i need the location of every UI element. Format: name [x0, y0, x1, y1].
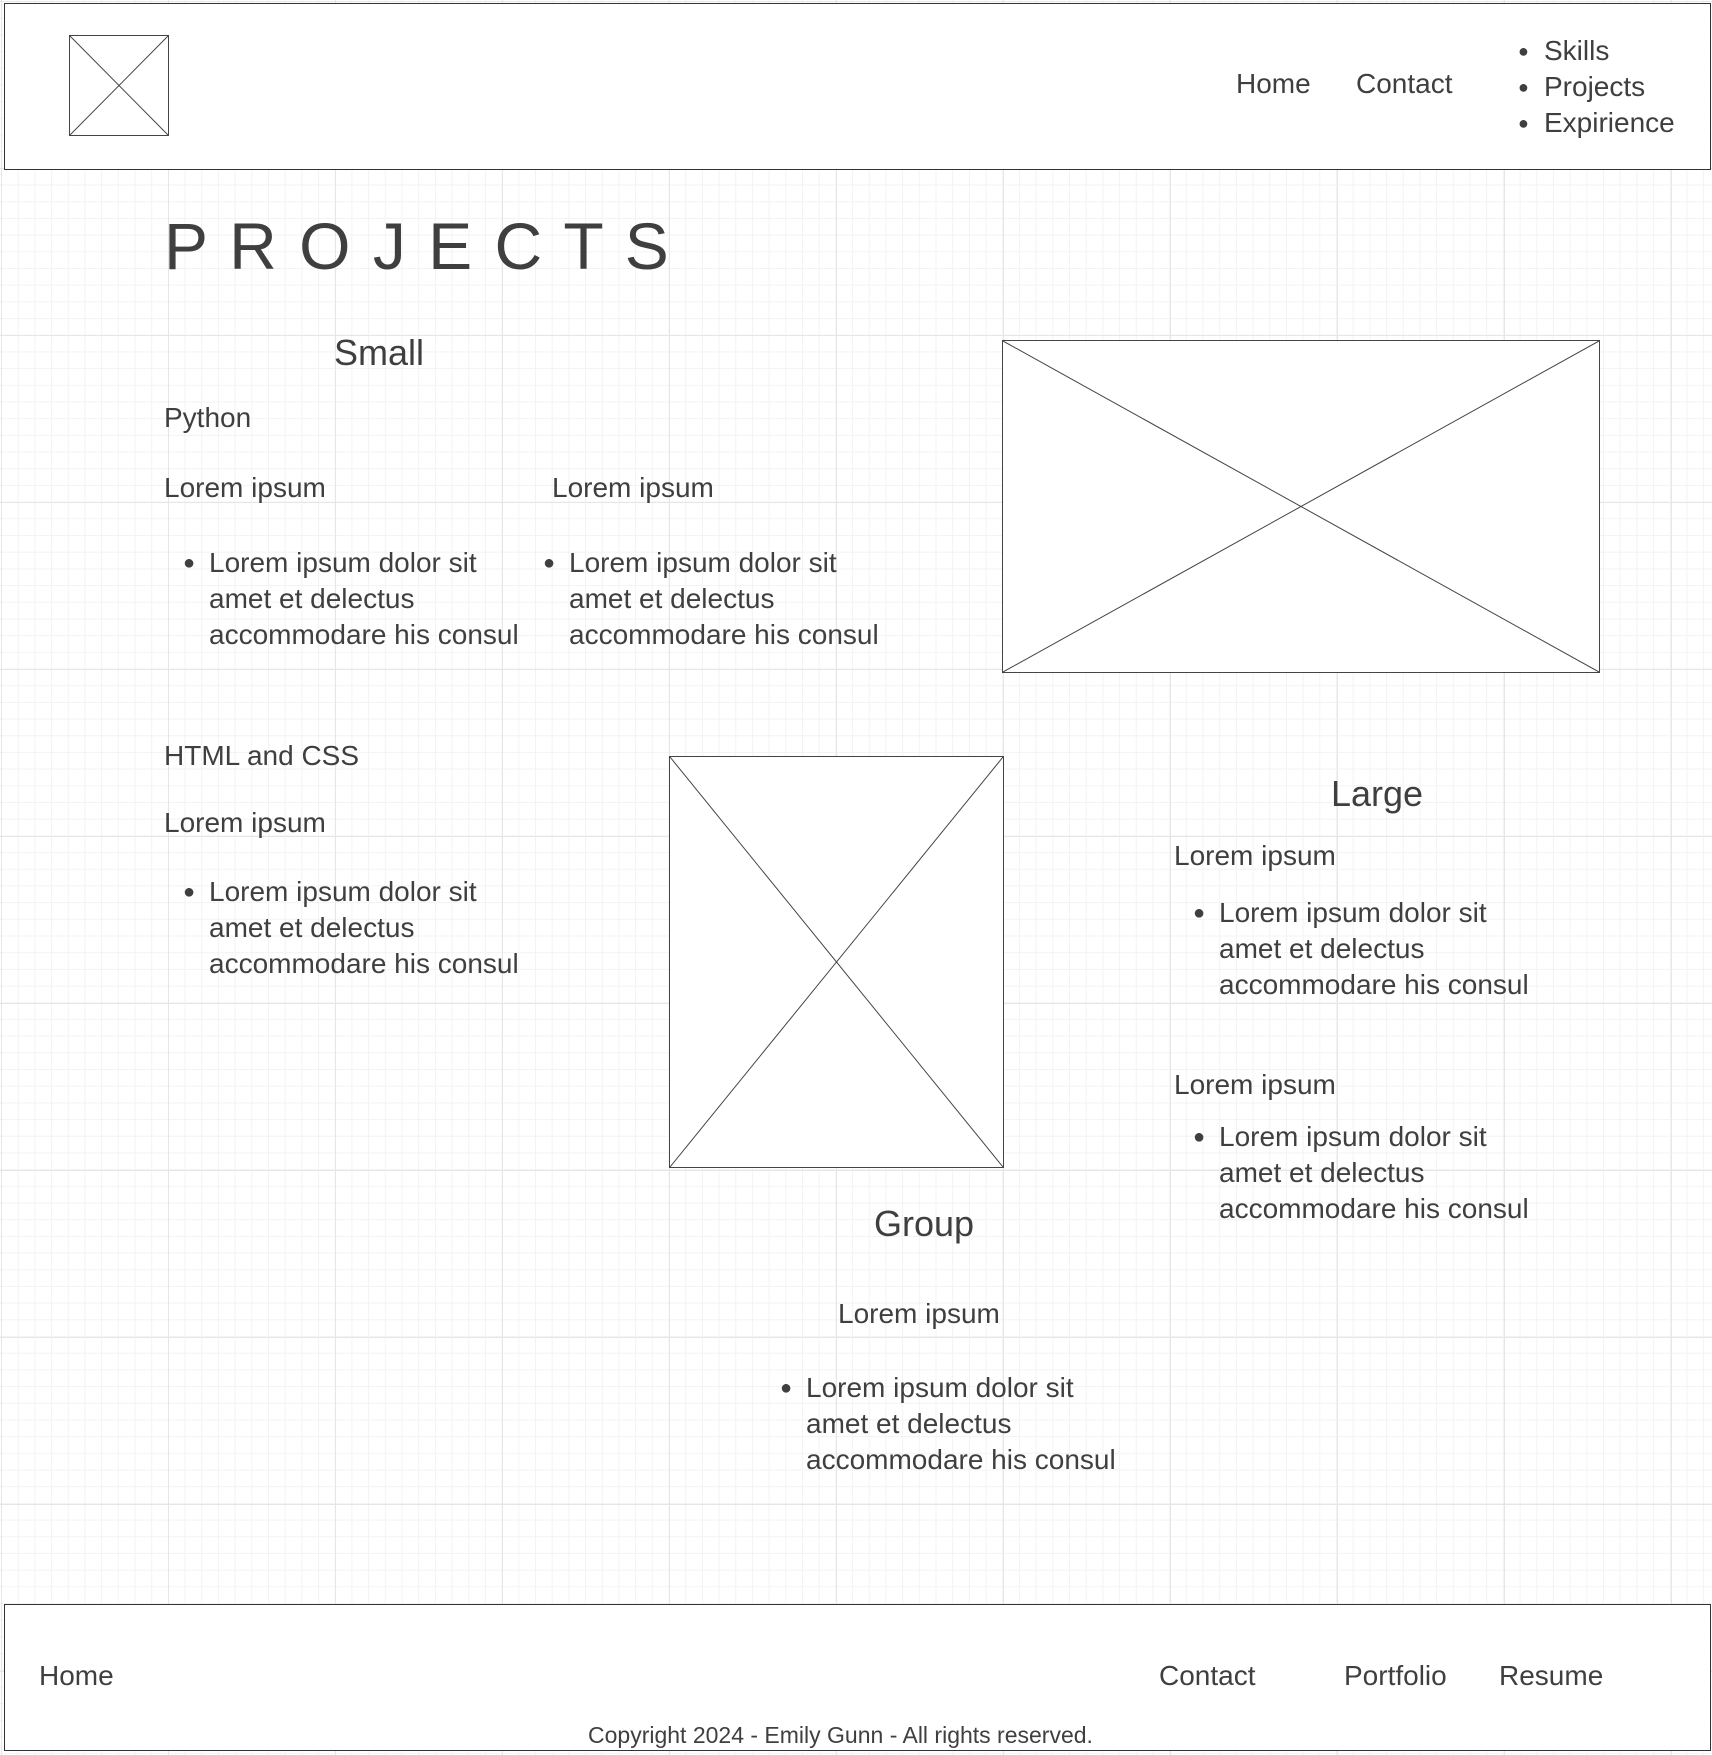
large-item2-title: Lorem ipsum [1174, 1069, 1336, 1100]
footer-home-link[interactable]: Home [39, 1660, 114, 1692]
group-image-placeholder-icon [669, 756, 1004, 1168]
bullet-icon: ● [1193, 902, 1206, 924]
nav-menu-list: Skills Projects Expirience [1518, 33, 1675, 141]
nav-home-link[interactable]: Home [1236, 68, 1311, 100]
group-title: Lorem ipsum [838, 1298, 1000, 1329]
nav-menu-item-skills[interactable]: Skills [1518, 33, 1675, 69]
nav-contact-link[interactable]: Contact [1356, 68, 1453, 100]
page-title: P R O J E C T S [164, 209, 671, 283]
bullet-icon: ● [780, 1377, 793, 1399]
small-col3-title: Lorem ipsum [164, 807, 326, 838]
large-item1-title: Lorem ipsum [1174, 840, 1336, 871]
nav-menu-item-experience[interactable]: Expirience [1518, 105, 1675, 141]
header-bar [4, 3, 1711, 170]
small-col2-title: Lorem ipsum [552, 472, 714, 503]
footer-portfolio-link[interactable]: Portfolio [1344, 1660, 1447, 1692]
html-css-label: HTML and CSS [164, 740, 360, 771]
small-col1-title: Lorem ipsum [164, 472, 326, 503]
nav-menu-item-projects[interactable]: Projects [1518, 69, 1675, 105]
footer-resume-link[interactable]: Resume [1499, 1660, 1603, 1692]
bullet-icon: ● [543, 552, 556, 574]
large-heading: Large [1331, 773, 1424, 814]
bullet-icon: ● [183, 881, 196, 903]
bullet-icon: ● [1193, 1126, 1206, 1148]
footer-copyright: Copyright 2024 - Emily Gunn - All rights… [588, 1722, 1093, 1748]
python-label: Python [164, 402, 252, 433]
logo-placeholder-icon[interactable] [69, 35, 169, 136]
footer-contact-link[interactable]: Contact [1159, 1660, 1256, 1692]
large-image-placeholder-icon [1002, 340, 1600, 673]
bullet-icon: ● [183, 552, 196, 574]
small-heading: Small [334, 332, 425, 373]
group-heading: Group [874, 1203, 975, 1244]
